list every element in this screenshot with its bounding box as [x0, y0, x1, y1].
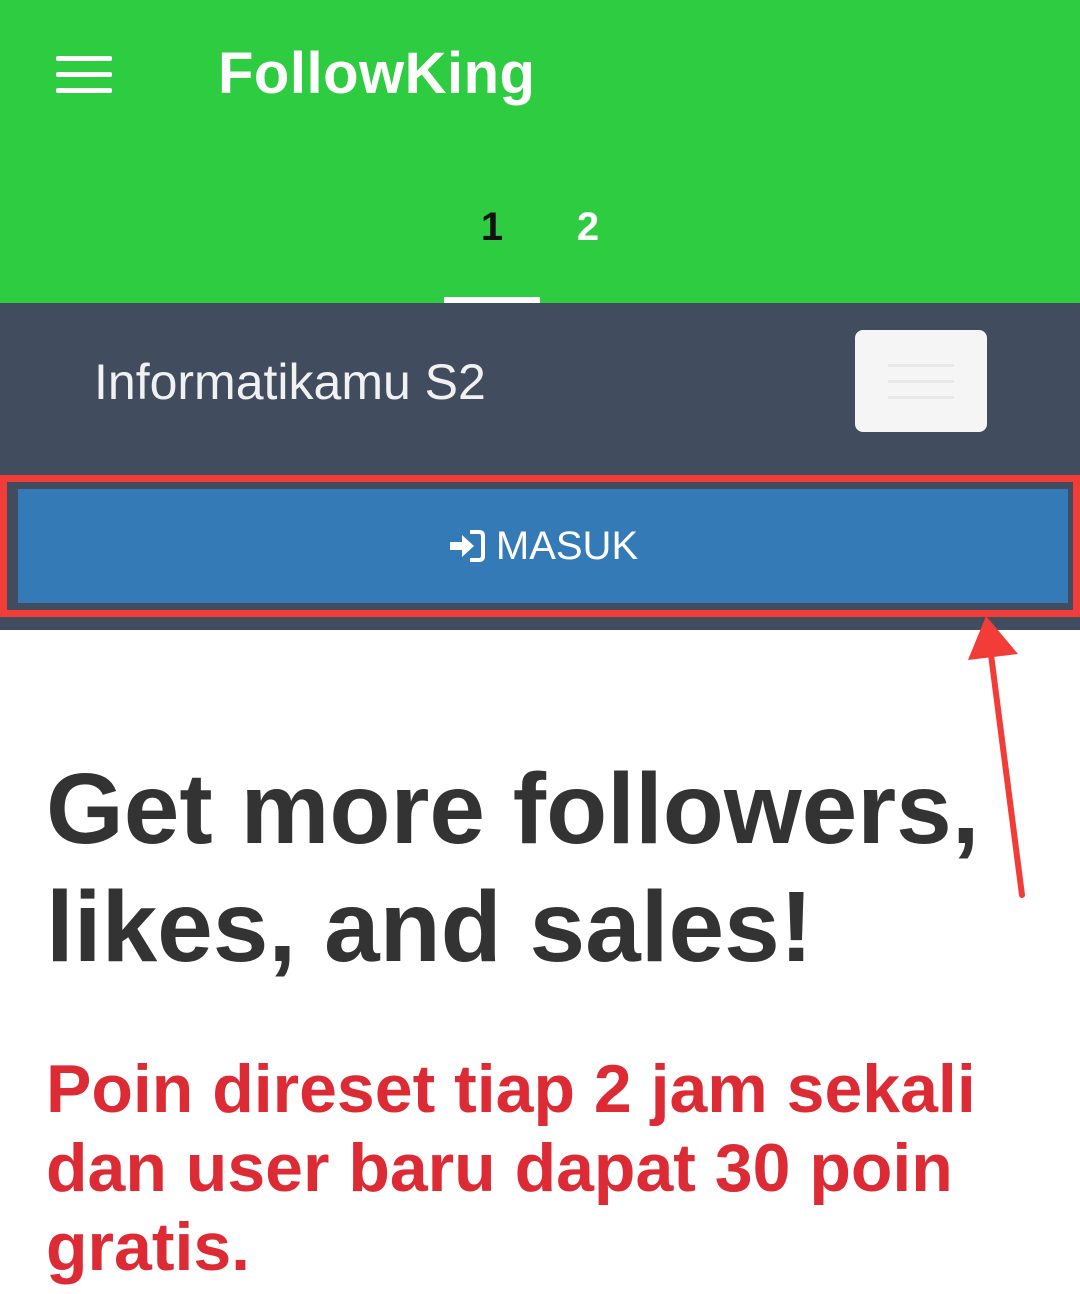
login-button-label: MASUK — [495, 523, 639, 568]
app-title: FollowKing — [218, 41, 536, 106]
points-notice: Poin direset tiap 2 jam sekali dan user … — [46, 1051, 976, 1285]
hamburger-menu-icon[interactable] — [56, 56, 112, 94]
sign-in-icon — [448, 529, 486, 563]
app-bar: FollowKing 1 2 — [0, 0, 1080, 303]
hero-headline: Get more followers, likes, and sales! — [46, 753, 980, 983]
app-root: FollowKing 1 2 Informatikamu S2 MASUK Ge… — [0, 0, 1080, 1294]
tab-1[interactable]: 1 — [444, 205, 540, 250]
login-button[interactable]: MASUK — [18, 489, 1068, 603]
navbar-toggle-button[interactable] — [855, 330, 987, 432]
site-navbar: Informatikamu S2 MASUK — [0, 303, 1080, 630]
site-brand[interactable]: Informatikamu S2 — [94, 353, 486, 411]
tab-2[interactable]: 2 — [540, 205, 636, 250]
